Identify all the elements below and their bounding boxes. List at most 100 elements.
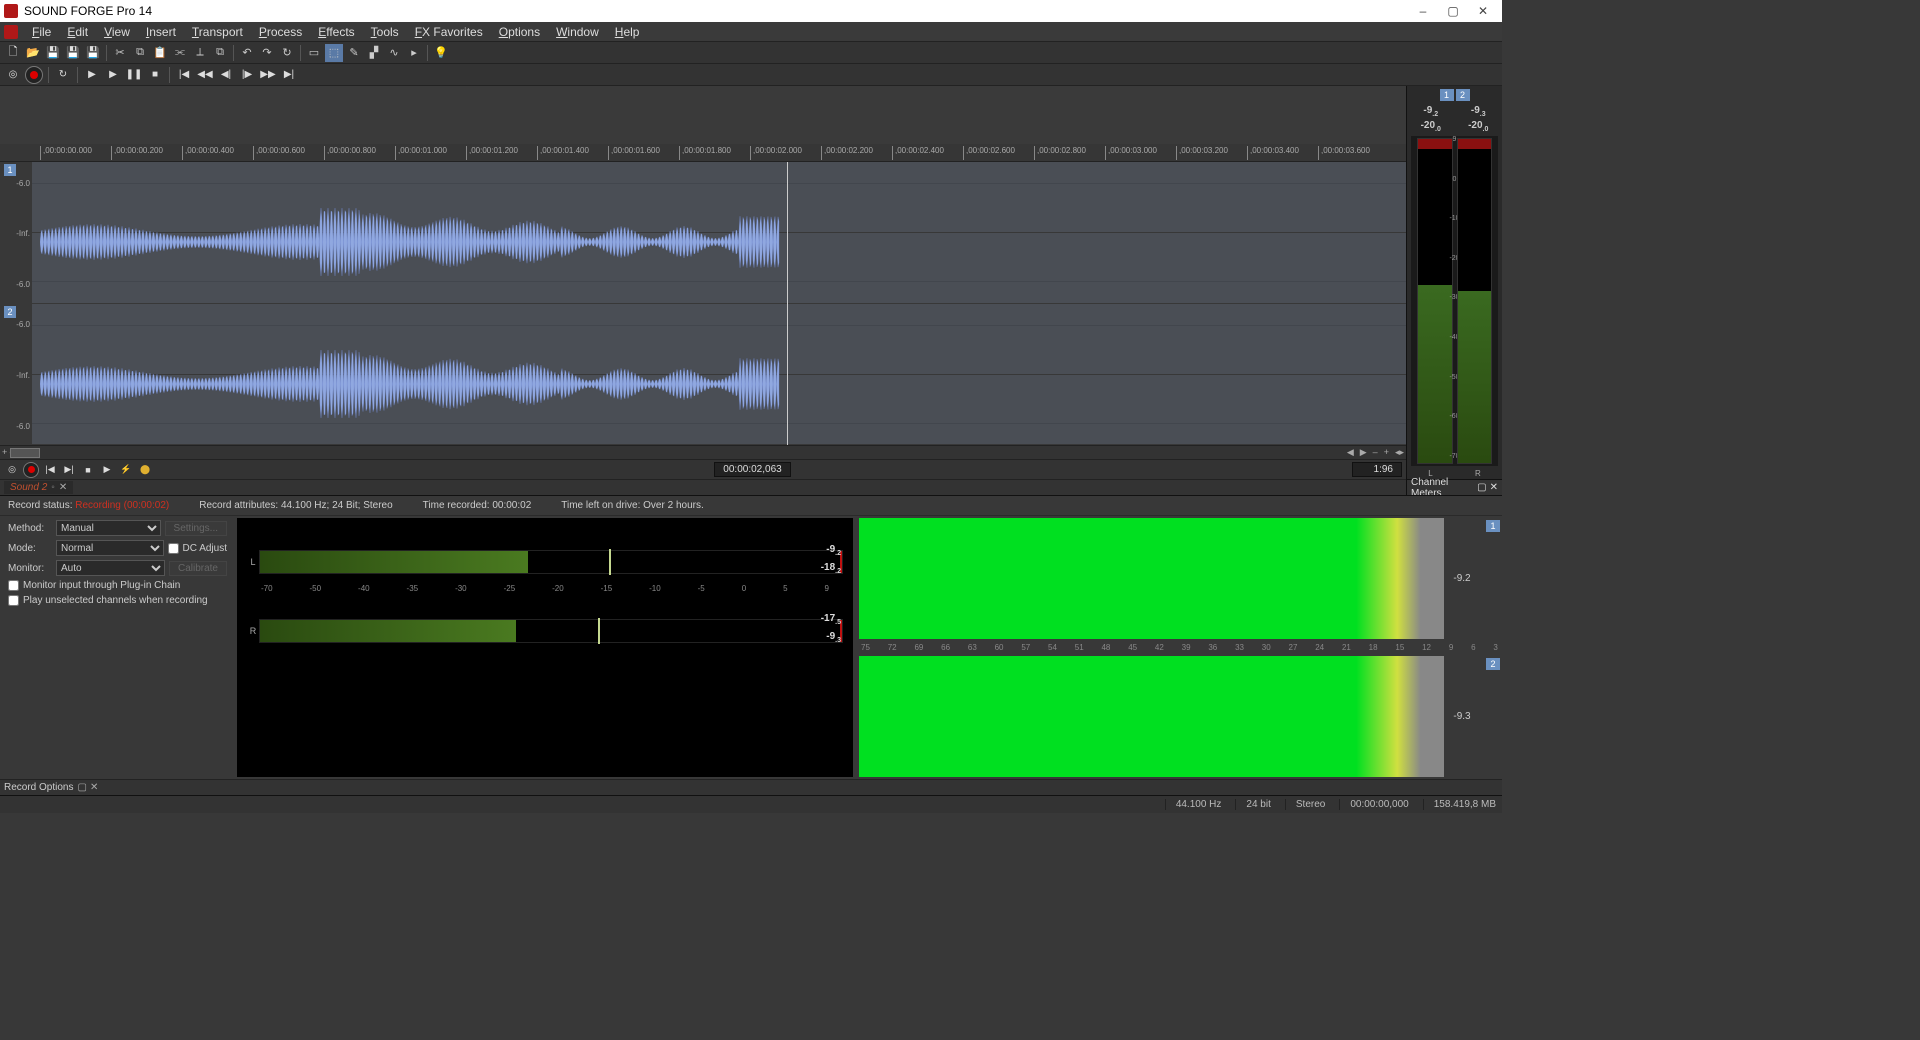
waveform-container[interactable]: 1 -6.0 -Inf. -6.0 2 -6.0 -Inf. -6.0 bbox=[0, 162, 1406, 445]
mode-select[interactable]: Normal bbox=[56, 540, 164, 556]
scroll-left-icon[interactable]: ◀ bbox=[1347, 447, 1354, 458]
method-select[interactable]: Manual bbox=[56, 520, 161, 536]
play-button[interactable]: ▶ bbox=[83, 66, 101, 84]
go-start-button[interactable]: |◀ bbox=[175, 66, 193, 84]
menu-tools[interactable]: Tools bbox=[363, 23, 407, 41]
horizontal-scrollbar[interactable]: + – ◀ ▶ – + ◂▸ bbox=[0, 445, 1406, 459]
cut-button[interactable]: ✂ bbox=[111, 44, 129, 62]
spectrum-2[interactable] bbox=[859, 656, 1444, 777]
tool-edit[interactable]: ▭ bbox=[305, 44, 323, 62]
menu-effects[interactable]: Effects bbox=[310, 23, 362, 41]
record-attributes-value: 44.100 Hz; 24 Bit; Stereo bbox=[281, 500, 393, 511]
mini-go-start-button[interactable]: |◀ bbox=[42, 462, 58, 478]
forward-button[interactable]: ▶▶ bbox=[259, 66, 277, 84]
scroll-right-icon[interactable]: ▶ bbox=[1360, 447, 1367, 458]
loop-button[interactable]: ↻ bbox=[54, 66, 72, 84]
doc-tab-close-icon[interactable]: ✕ bbox=[59, 482, 67, 493]
crop-button[interactable]: ⧉ bbox=[211, 44, 229, 62]
dc-adjust-checkbox[interactable] bbox=[168, 543, 179, 554]
menu-fx-favorites[interactable]: FX Favorites bbox=[407, 23, 491, 41]
menu-window[interactable]: Window bbox=[548, 23, 607, 41]
paste-button[interactable]: 📋 bbox=[151, 44, 169, 62]
pause-button[interactable]: ❚❚ bbox=[125, 66, 143, 84]
repeat-button[interactable]: ↻ bbox=[278, 44, 296, 62]
menu-help[interactable]: Help bbox=[607, 23, 648, 41]
rewind-button[interactable]: ◀◀ bbox=[196, 66, 214, 84]
next-button[interactable]: |▶ bbox=[238, 66, 256, 84]
tool-pencil[interactable]: ✎ bbox=[345, 44, 363, 62]
scrollbar-thumb[interactable] bbox=[10, 448, 40, 458]
help-button[interactable]: 💡 bbox=[432, 44, 450, 62]
redo-button[interactable]: ↷ bbox=[258, 44, 276, 62]
tool-magnify[interactable]: ⬚ bbox=[325, 44, 343, 62]
mini-stop-button[interactable]: ■ bbox=[80, 462, 96, 478]
wave-canvas-2[interactable] bbox=[32, 304, 1406, 445]
zoom-fit-icon[interactable]: ◂▸ bbox=[1395, 447, 1404, 458]
mini-script-button[interactable]: ⚡ bbox=[118, 462, 134, 478]
wave-canvas-1[interactable] bbox=[32, 162, 1406, 303]
menu-transport[interactable]: Transport bbox=[184, 23, 251, 41]
save-all-button[interactable]: 💾 bbox=[84, 44, 102, 62]
menu-process[interactable]: Process bbox=[251, 23, 310, 41]
track-number-2: 2 bbox=[4, 306, 16, 318]
dc-adjust-label: DC Adjust bbox=[183, 543, 227, 554]
maximize-button[interactable]: ▢ bbox=[1438, 4, 1468, 18]
meter-bars[interactable]: 90-10-20-30-40-50-60-70 bbox=[1411, 136, 1498, 466]
save-as-button[interactable]: 💾 bbox=[64, 44, 82, 62]
record-panel: Record status: Recording (00:00:02) Reco… bbox=[0, 495, 1502, 795]
menu-view[interactable]: View bbox=[96, 23, 138, 41]
app-icon bbox=[4, 4, 18, 18]
doc-tab[interactable]: Sound 2 ◦ ✕ bbox=[4, 481, 73, 494]
monitor-plugin-checkbox[interactable] bbox=[8, 580, 19, 591]
undo-button[interactable]: ↶ bbox=[238, 44, 256, 62]
menu-options[interactable]: Options bbox=[491, 23, 548, 41]
meters-dock-icon[interactable]: ▢ bbox=[1477, 482, 1486, 493]
arm-button[interactable]: ◎ bbox=[4, 66, 22, 84]
tool-envelope[interactable]: ∿ bbox=[385, 44, 403, 62]
meters-close-icon[interactable]: ✕ bbox=[1490, 482, 1498, 493]
calibrate-button: Calibrate bbox=[169, 561, 227, 576]
record-button[interactable] bbox=[25, 66, 43, 84]
minimize-button[interactable]: – bbox=[1408, 4, 1438, 18]
meter-channel-2: 2 bbox=[1456, 89, 1470, 101]
zoom-in-icon[interactable]: + bbox=[1384, 447, 1389, 458]
mini-play-button[interactable]: ▶ bbox=[99, 462, 115, 478]
playback-cursor[interactable] bbox=[787, 162, 788, 445]
peak-label-R: R bbox=[247, 626, 259, 636]
tool-scrub[interactable]: ▸ bbox=[405, 44, 423, 62]
doc-tab-label: Sound 2 bbox=[10, 482, 47, 493]
record-tab-close-icon[interactable]: ✕ bbox=[90, 782, 98, 793]
menu-file[interactable]: File bbox=[24, 23, 59, 41]
time-ruler[interactable]: ,00:00:00.000,00:00:00.200,00:00:00.400,… bbox=[0, 144, 1406, 162]
new-button[interactable]: 🗋 bbox=[4, 44, 22, 62]
peak-bar-L[interactable] bbox=[259, 550, 843, 574]
record-tab-title: Record Options bbox=[4, 782, 73, 793]
mix-button[interactable]: ⫘ bbox=[171, 44, 189, 62]
record-tab-dock-icon[interactable]: ▢ bbox=[77, 782, 86, 793]
play-all-button[interactable]: ▶ bbox=[104, 66, 122, 84]
mini-record-button[interactable] bbox=[23, 462, 39, 478]
menu-edit[interactable]: Edit bbox=[59, 23, 96, 41]
copy-button[interactable]: ⧉ bbox=[131, 44, 149, 62]
trim-button[interactable]: ⟂ bbox=[191, 44, 209, 62]
monitor-select[interactable]: Auto bbox=[56, 560, 165, 576]
tool-event[interactable]: ▞ bbox=[365, 44, 383, 62]
prev-button[interactable]: ◀| bbox=[217, 66, 235, 84]
stop-button[interactable]: ■ bbox=[146, 66, 164, 84]
track-gutter-2: 2 -6.0 -Inf. -6.0 bbox=[0, 304, 32, 445]
mini-fx-button[interactable]: ⬤ bbox=[137, 462, 153, 478]
mini-go-end-button[interactable]: ▶| bbox=[61, 462, 77, 478]
cursor-time-display: 00:00:02,063 bbox=[714, 462, 790, 477]
save-button[interactable]: 💾 bbox=[44, 44, 62, 62]
spectrum-1[interactable] bbox=[859, 518, 1444, 639]
go-end-button[interactable]: ▶| bbox=[280, 66, 298, 84]
close-button[interactable]: ✕ bbox=[1468, 4, 1498, 18]
mini-arm-button[interactable]: ◎ bbox=[4, 462, 20, 478]
peak-bar-R[interactable] bbox=[259, 619, 843, 643]
app-menu-icon[interactable] bbox=[4, 25, 18, 39]
doc-tab-pin-icon[interactable]: ◦ bbox=[51, 482, 55, 493]
open-button[interactable]: 📂 bbox=[24, 44, 42, 62]
zoom-out-icon[interactable]: – bbox=[1373, 447, 1378, 458]
menu-insert[interactable]: Insert bbox=[138, 23, 184, 41]
play-unselected-checkbox[interactable] bbox=[8, 595, 19, 606]
